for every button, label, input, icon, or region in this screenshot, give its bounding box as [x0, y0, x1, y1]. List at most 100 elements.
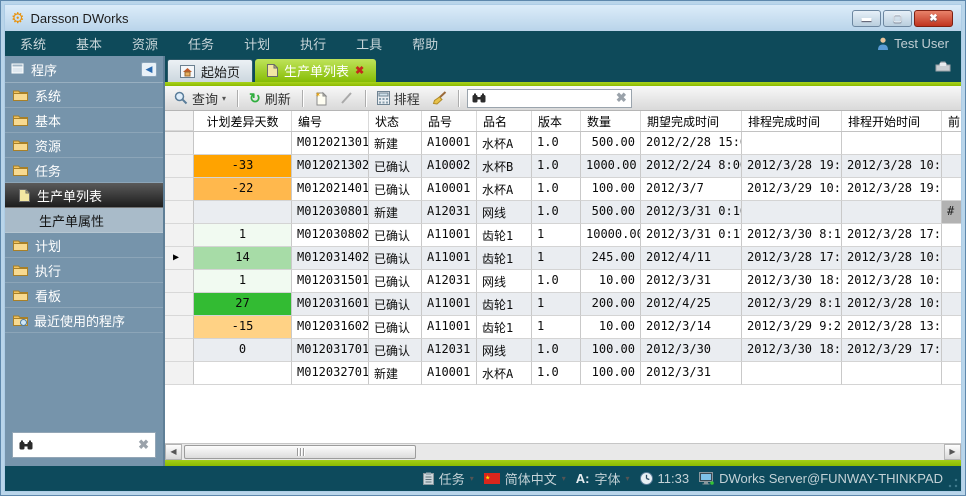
table-row[interactable]: 1M012030802已确认A11001齿轮1110000.002012/3/3… [165, 224, 961, 247]
sidebar-item-system[interactable]: 系统 [5, 83, 163, 108]
sidebar-search-input[interactable] [38, 437, 133, 453]
row-selector-cell[interactable] [165, 293, 194, 316]
table-row[interactable]: -33M012021302已确认A10002水杯B1.01000.002012/… [165, 155, 961, 178]
column-header-version[interactable]: 版本 [532, 111, 581, 131]
menu-item-tools[interactable]: 工具 [341, 34, 397, 53]
filter-search-input[interactable] [490, 90, 612, 106]
row-selector-cell[interactable]: ▶ [165, 247, 194, 270]
cell-item_no: A10002 [422, 155, 477, 178]
tab-close-icon[interactable]: ✖ [355, 64, 364, 77]
table-row[interactable]: -15M012031602已确认A11001齿轮1110.002012/3/14… [165, 316, 961, 339]
scrollbar-track[interactable] [182, 444, 944, 460]
sidebar-collapse-button[interactable]: ◀ [141, 62, 157, 77]
table-row[interactable]: M012032701新建A10001水杯A1.0100.002012/3/31 [165, 362, 961, 385]
column-header-code[interactable]: 编号 [292, 111, 369, 131]
sidebar-item-production-order-props[interactable]: 生产单属性 [5, 208, 163, 233]
sidebar-item-resources[interactable]: 资源 [5, 133, 163, 158]
cell-diff [194, 132, 292, 155]
schedule-button[interactable]: 排程 [374, 88, 423, 109]
task-menu[interactable]: 任务 ▾ [423, 469, 474, 488]
menu-item-resources[interactable]: 资源 [117, 34, 173, 53]
title-bar[interactable]: ⚙ Darsson DWorks ▬ ▢ ✖ [5, 5, 961, 31]
page-icon [267, 64, 278, 77]
column-header-status[interactable]: 状态 [369, 111, 422, 131]
resize-grip[interactable] [948, 478, 958, 488]
column-header-extra[interactable]: 前 [942, 111, 961, 131]
refresh-button[interactable]: ↻ 刷新 [246, 88, 294, 109]
menu-item-tasks[interactable]: 任务 [173, 34, 229, 53]
table-row[interactable]: -22M012021401已确认A10001水杯A1.0100.002012/3… [165, 178, 961, 201]
tab-start-page[interactable]: 起始页 [167, 59, 253, 82]
column-header-expect[interactable]: 期望完成时间 [641, 111, 742, 131]
font-dropdown-icon[interactable]: ▾ [626, 474, 630, 483]
sidebar-item-planning[interactable]: 计划 [5, 233, 163, 258]
minimize-button[interactable]: ▬ [852, 10, 881, 27]
table-header-row: 计划差异天数编号状态品号品名版本数量期望完成时间排程完成时间排程开始时间前 [165, 111, 961, 132]
cell-expect: 2012/3/14 [641, 316, 742, 339]
font-menu[interactable]: A: 字体 ▾ [576, 469, 630, 488]
column-header-qty[interactable]: 数量 [581, 111, 641, 131]
task-dropdown-icon[interactable]: ▾ [470, 474, 474, 483]
maximize-button[interactable]: ▢ [883, 10, 912, 27]
sidebar-item-production-order-list[interactable]: 生产单列表 [5, 183, 163, 208]
cell-version: 1.0 [532, 270, 581, 293]
cell-sched_start [842, 132, 942, 155]
scroll-right-button[interactable]: ▶ [944, 444, 961, 460]
menu-item-help[interactable]: 帮助 [397, 34, 453, 53]
table-row[interactable]: M012021301新建A10001水杯A1.0500.002012/2/28 … [165, 132, 961, 155]
column-header-item_no[interactable]: 品号 [422, 111, 477, 131]
menu-item-basic[interactable]: 基本 [61, 34, 117, 53]
table-row[interactable]: 1M012031501已确认A12031网线1.010.002012/3/312… [165, 270, 961, 293]
server-status[interactable]: DWorks Server@FUNWAY-THINKPAD [699, 471, 943, 486]
column-header-sched_end[interactable]: 排程完成时间 [742, 111, 842, 131]
edit-button[interactable] [337, 90, 357, 106]
cell-extra [942, 293, 961, 316]
tab-production-order-list[interactable]: 生产单列表✖ [255, 59, 376, 82]
cell-item_no: A10001 [422, 178, 477, 201]
clean-button[interactable] [429, 90, 450, 106]
row-selector-cell[interactable] [165, 362, 194, 385]
row-selector-cell[interactable] [165, 316, 194, 339]
close-button[interactable]: ✖ [914, 10, 953, 27]
row-selector-cell[interactable] [165, 270, 194, 293]
sidebar-item-basic[interactable]: 基本 [5, 108, 163, 133]
menu-item-system[interactable]: 系统 [5, 34, 61, 53]
table-row[interactable]: 27M012031601已确认A11001齿轮11200.002012/4/25… [165, 293, 961, 316]
cell-sched_start: 2012/3/28 10:52 [842, 293, 942, 316]
filter-search-clear-icon[interactable]: ✖ [616, 90, 627, 106]
column-header-item_name[interactable]: 品名 [477, 111, 532, 131]
row-selector-cell[interactable] [165, 201, 194, 224]
cell-version: 1 [532, 293, 581, 316]
cell-version: 1 [532, 316, 581, 339]
language-menu[interactable]: ★ 简体中文 ▾ [484, 469, 566, 488]
row-selector-cell[interactable] [165, 178, 194, 201]
row-selector-cell[interactable] [165, 224, 194, 247]
sidebar-search-clear-icon[interactable]: ✖ [138, 437, 149, 453]
column-header-sched_start[interactable]: 排程开始时间 [842, 111, 942, 131]
sidebar-item-recent-programs[interactable]: 最近使用的程序 [5, 308, 163, 333]
scroll-left-button[interactable]: ◀ [165, 444, 182, 460]
query-dropdown-icon[interactable]: ▾ [222, 94, 226, 103]
sidebar-item-label: 基本 [35, 111, 61, 130]
user-menu[interactable]: Test User [877, 36, 961, 51]
table-row[interactable]: ▶14M012031402已确认A11001齿轮11245.002012/4/1… [165, 247, 961, 270]
cell-expect: 2012/3/30 [641, 339, 742, 362]
home-icon [180, 65, 195, 78]
new-button[interactable]: ✶ [311, 90, 331, 107]
row-selector-cell[interactable] [165, 339, 194, 362]
broom-icon [432, 91, 447, 105]
column-header-diff[interactable]: 计划差异天数 [194, 111, 292, 131]
printer-icon[interactable] [935, 61, 951, 72]
row-selector-cell[interactable] [165, 132, 194, 155]
sidebar-item-tasks[interactable]: 任务 [5, 158, 163, 183]
row-selector-cell[interactable] [165, 155, 194, 178]
language-dropdown-icon[interactable]: ▾ [562, 474, 566, 483]
sidebar-item-kanban[interactable]: 看板 [5, 283, 163, 308]
table-row[interactable]: M012030801新建A12031网线1.0500.002012/3/31 0… [165, 201, 961, 224]
sidebar-item-execution[interactable]: 执行 [5, 258, 163, 283]
menu-item-execution[interactable]: 执行 [285, 34, 341, 53]
menu-item-planning[interactable]: 计划 [229, 34, 285, 53]
scrollbar-thumb[interactable] [184, 445, 416, 459]
table-row[interactable]: 0M012031701已确认A12031网线1.0100.002012/3/30… [165, 339, 961, 362]
query-button[interactable]: 查询 ▾ [171, 88, 229, 109]
